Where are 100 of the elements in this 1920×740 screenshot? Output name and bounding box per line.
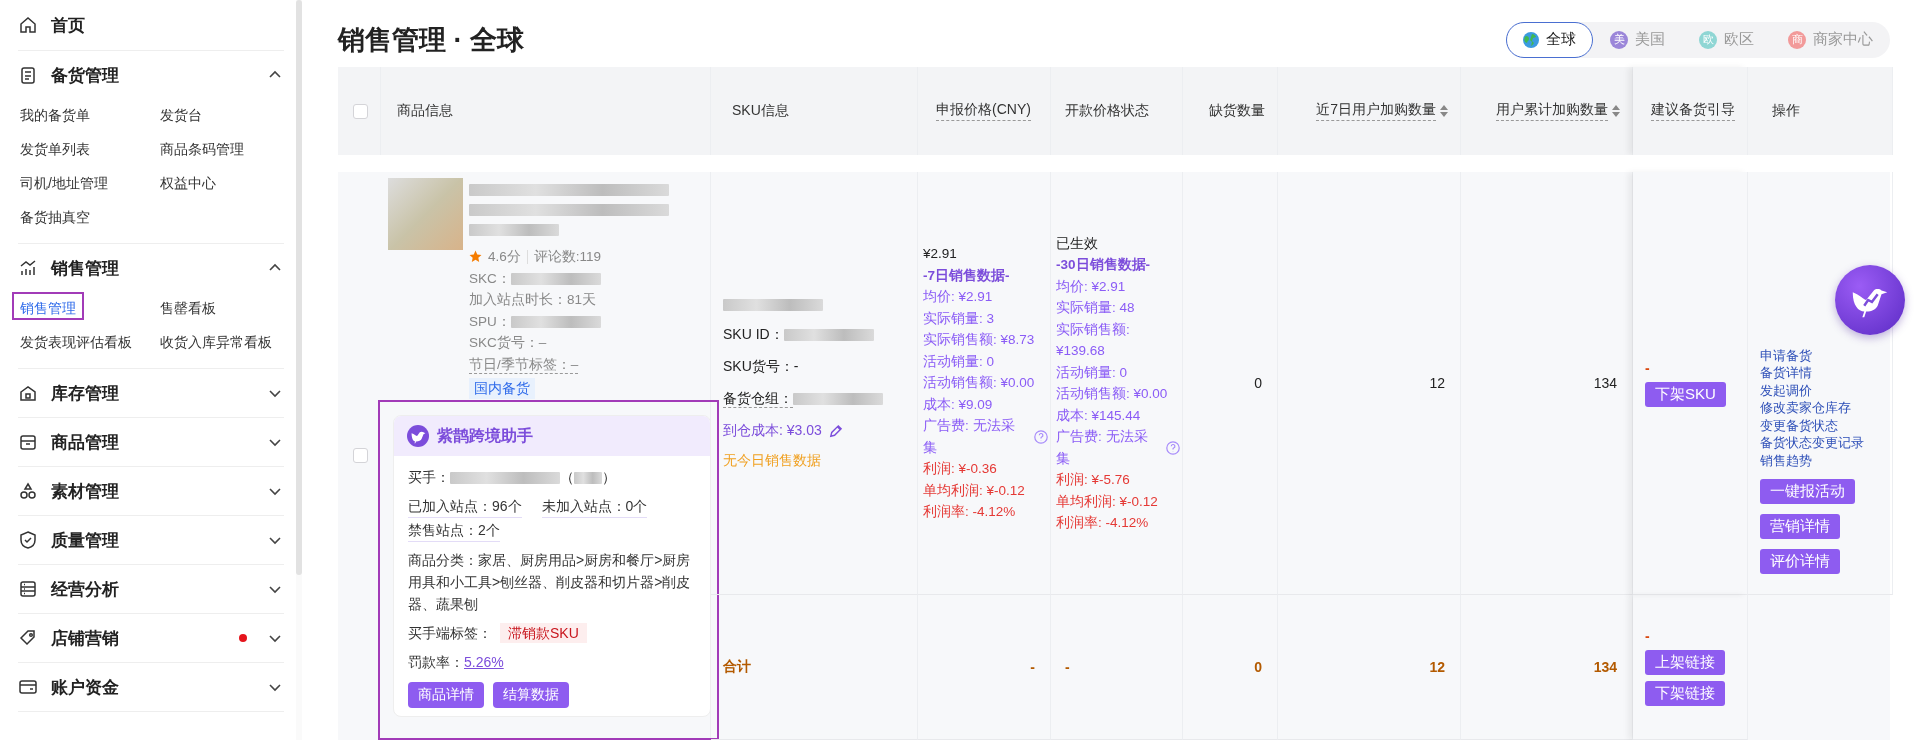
table-cell: 134	[1593, 375, 1617, 391]
sales-stat: -7日销售数据-	[923, 266, 1010, 285]
sales-stat: 利润: ¥-0.36	[923, 460, 997, 479]
sidebar-link[interactable]: 权益中心	[152, 167, 224, 195]
column-header[interactable]: 近7日用户加购数量	[1316, 101, 1436, 121]
sidebar-group[interactable]: 经营分析	[18, 565, 284, 613]
sidebar-link[interactable]: 发货台	[152, 99, 210, 127]
sort-icon[interactable]	[1440, 105, 1448, 117]
sidebar-link[interactable]: 销售管理	[12, 292, 84, 320]
sales-stat: 活动销售额: ¥0.00	[1056, 385, 1168, 403]
sales-stat: 活动销量: 0	[923, 352, 994, 371]
action-link[interactable]: 修改卖家仓库存	[1760, 399, 1851, 417]
field-label: SKU货号：-	[723, 358, 799, 374]
sidebar-link[interactable]: 备货抽真空	[12, 201, 98, 229]
action-link[interactable]: 发起调价	[1760, 381, 1812, 399]
sales-stat: 实际销售额: ¥139.68	[1056, 320, 1131, 360]
field-value: 已生效	[1056, 234, 1099, 253]
sidebar-link[interactable]: 售罄看板	[152, 292, 224, 320]
sidebar-group[interactable]: 账户资金	[18, 663, 284, 711]
table-cell: 134	[1593, 659, 1617, 675]
sidebar-link[interactable]: 我的备货单	[12, 99, 98, 127]
region-badge: 欧	[1699, 30, 1717, 49]
pencil-icon[interactable]	[827, 423, 843, 439]
category-text: 商品分类：家居、厨房用品>厨房和餐厅>厨房用具和小工具>刨丝器、削皮器和切片器>削皮器、蔬果刨	[408, 551, 692, 615]
delist-button[interactable]: 下架SKU	[1645, 381, 1726, 407]
field-label: 买手：	[408, 469, 450, 486]
sidebar-link[interactable]: 司机/地址管理	[12, 167, 116, 195]
box-icon	[18, 432, 38, 452]
action-link[interactable]: 备货状态变更记录	[1760, 434, 1864, 452]
sales-stat: 成本: ¥9.09	[923, 395, 993, 414]
column-header[interactable]: 用户累计加购数量	[1496, 101, 1608, 121]
sales-stat: 成本: ¥145.44	[1056, 406, 1141, 425]
home-icon	[18, 15, 38, 35]
bar-chart-icon	[18, 258, 38, 278]
sidebar-group[interactable]: 备货管理	[18, 51, 284, 99]
sales-stat: 单均利润: ¥-0.12	[923, 481, 1025, 500]
sort-icon[interactable]	[1612, 105, 1620, 117]
action-link[interactable]: 销售趋势	[1760, 451, 1812, 469]
action-button[interactable]: 营销详情	[1760, 514, 1840, 539]
sales-stat: 广告费: 无法采集	[1056, 428, 1149, 468]
listing-button[interactable]: 上架链接	[1645, 650, 1725, 675]
suggestion-value: -	[1645, 628, 1651, 644]
card-button[interactable]: 结算数据	[493, 682, 569, 709]
buyer-tag: 滞销款SKU	[500, 623, 587, 644]
suggestion-value: -	[1645, 359, 1651, 376]
sidebar-link[interactable]: 发货表现评估看板	[12, 326, 140, 354]
sales-stat: 活动销售额: ¥0.00	[923, 374, 1035, 393]
region-badge: 美	[1610, 30, 1628, 49]
action-button[interactable]: 评价详情	[1760, 549, 1840, 574]
scrollbar[interactable]	[296, 0, 302, 575]
sales-stat: 单均利润: ¥-0.12	[1056, 492, 1158, 511]
blurred-text	[574, 472, 602, 485]
column-header: 建议备货引导	[1651, 101, 1735, 121]
listing-button[interactable]: 下架链接	[1645, 681, 1725, 706]
sidebar-group[interactable]: 素材管理	[18, 467, 284, 515]
table-cell: -	[1030, 659, 1035, 675]
site-count: 已加入站点：96个	[408, 495, 522, 519]
card-button[interactable]: 商品详情	[408, 682, 484, 709]
sales-stat: 广告费: 无法采集	[923, 417, 1016, 457]
penalty-link[interactable]: 5.26%	[464, 654, 504, 671]
table-cell: 0	[1254, 659, 1262, 675]
review-count: 评论数:119	[533, 248, 602, 266]
action-button[interactable]: 一键报活动	[1760, 479, 1855, 504]
bird-icon	[407, 425, 429, 448]
sidebar-group[interactable]: 店铺营销	[18, 614, 284, 662]
sales-stat: 活动销量: 0	[1056, 363, 1127, 382]
table-cell: 12	[1429, 375, 1445, 391]
sidebar-link[interactable]: 首页	[18, 0, 284, 50]
sidebar-group[interactable]: 质量管理	[18, 516, 284, 564]
sidebar-group[interactable]: 销售管理	[18, 244, 284, 292]
sales-stat: 实际销量: 48	[1056, 299, 1135, 317]
checkbox[interactable]	[353, 448, 368, 463]
field-label: 罚款率：	[408, 654, 464, 671]
help-icon	[1166, 440, 1180, 455]
site-count: 未加入站点：0个	[541, 495, 648, 519]
checkbox[interactable]	[353, 103, 368, 119]
field-value: ¥2.91	[923, 245, 958, 264]
sidebar-link[interactable]: 发货单列表	[12, 133, 98, 161]
region-tab[interactable]: 全球	[1506, 21, 1593, 58]
card-title: 紫鹊跨境助手	[437, 425, 533, 446]
help-icon	[1034, 429, 1048, 444]
sales-stat: 利润: ¥-5.76	[1056, 471, 1130, 489]
column-header: 缺货数量	[1209, 102, 1265, 120]
field-label: SKC货号：–	[469, 335, 547, 351]
action-link[interactable]: 备货详情	[1760, 364, 1812, 382]
sidebar-group[interactable]: 商品管理	[18, 418, 284, 466]
page-title: 销售管理 · 全球	[338, 23, 524, 57]
sidebar-group[interactable]: 库存管理	[18, 369, 284, 417]
star-icon	[469, 250, 482, 264]
bracket-text: ）	[602, 469, 616, 486]
action-link[interactable]: 变更备货状态	[1760, 416, 1838, 434]
action-link[interactable]: 申请备货	[1760, 346, 1812, 364]
arrival-cost: 到仓成本: ¥3.03	[723, 422, 822, 438]
house-icon	[18, 383, 38, 403]
sales-stat: 实际销售额: ¥8.73	[923, 331, 1035, 350]
sales-stat: 实际销量: 3	[923, 309, 994, 328]
column-header: 操作	[1772, 102, 1800, 120]
sidebar-link[interactable]: 商品条码管理	[152, 133, 252, 161]
sidebar-link[interactable]: 收货入库异常看板	[152, 326, 280, 354]
column-header: 开款价格状态	[1065, 102, 1149, 120]
